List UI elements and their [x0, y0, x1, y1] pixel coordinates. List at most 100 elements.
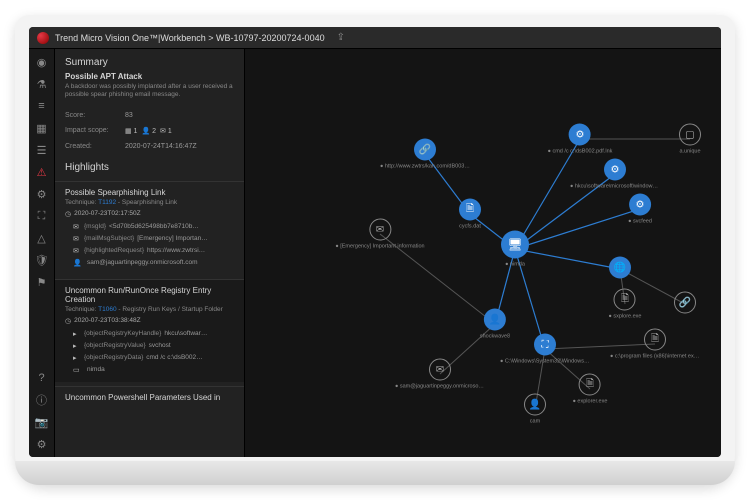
- highlight-detail: ▸{objectRegistryValue} svchost: [65, 340, 234, 352]
- highlight-detail: ✉{msgId} <5d70b5d625498bb7e8710b…: [65, 221, 234, 233]
- impact-badge: 👤 2: [141, 127, 156, 135]
- node-icon: 🗎: [614, 289, 636, 311]
- node-label: ● sxplore.exe: [609, 314, 642, 320]
- nav-icon-4[interactable]: ☰: [35, 143, 49, 157]
- graph-node-mail1[interactable]: ✉ ● [Emergency] Important information: [335, 219, 424, 250]
- attack-title: Possible APT Attack: [65, 72, 234, 81]
- highlight-item[interactable]: Uncommon Powershell Parameters Used in: [55, 386, 244, 410]
- product-name: Trend Micro Vision One™: [55, 33, 158, 43]
- node-icon: 🖥: [501, 231, 529, 259]
- node-icon: 👤: [484, 309, 506, 331]
- node-icon: ⚙: [629, 194, 651, 216]
- graph-node-explor[interactable]: 🗎 ● explorer.exe: [573, 374, 608, 405]
- nav-icon-6[interactable]: ⚙: [35, 187, 49, 201]
- nav-icon-7[interactable]: ⛶: [35, 209, 49, 223]
- node-icon: ✉: [369, 219, 391, 241]
- node-label: ● http://www.zwtrs/kah.com/dB003.zip: [380, 164, 470, 170]
- highlight-timestamp: 2020-07-23T02:17:50Z: [65, 210, 234, 218]
- node-label: ● nimda: [505, 262, 525, 268]
- node-label: ● sam@jaguartinpeggy.onmicrosoft.com: [395, 384, 485, 390]
- nav-icon-1[interactable]: ⚗: [35, 77, 49, 91]
- node-icon: 🔗: [414, 139, 436, 161]
- created-row: Created: 2020-07-24T14:16:47Z: [55, 139, 244, 154]
- highlight-detail: ▸{objectRegistryData} cmd /c c:\dsB002…: [65, 352, 234, 364]
- highlight-title: Uncommon Run/RunOnce Registry Entry Crea…: [65, 286, 234, 304]
- graph-node-cam[interactable]: 👤 cam: [524, 394, 546, 425]
- highlight-detail: ▸{objectRegistryKeyHandle} hkcu\softwar…: [65, 328, 234, 340]
- graph-node-grp[interactable]: ⛶ ● C:\Windows\System32\WindowsPowerShell…: [500, 334, 590, 365]
- nav-bottom-icon-1[interactable]: ⓘ: [35, 393, 49, 407]
- nav-icon-3[interactable]: ▦: [35, 121, 49, 135]
- app-window: Trend Micro Vision One™ | Workbench > WB…: [29, 27, 721, 457]
- nav-bottom-icon-3[interactable]: ⚙: [35, 437, 49, 451]
- graph-node-reg[interactable]: ⚙ ● hkcu\software\microsoft\windows\curre…: [570, 159, 660, 190]
- attack-description: A backdoor was possibly implanted after …: [65, 83, 234, 100]
- graph-node-sxplor[interactable]: 🗎 ● sxplore.exe: [609, 289, 642, 320]
- impact-row: Impact scope: ▦ 1👤 2✉ 1: [55, 123, 244, 139]
- graph-node-iexp[interactable]: 🗎 ● c:\program files (x86)\internet explo…: [610, 329, 700, 360]
- highlight-title: Possible Spearphishing Link: [65, 188, 234, 197]
- highlight-detail: ✉{mailMsgSubject} [Emergency] Importan…: [65, 233, 234, 245]
- nav-icon-5[interactable]: ⚠: [35, 165, 49, 179]
- created-value: 2020-07-24T14:16:47Z: [125, 143, 197, 150]
- highlight-detail: ▭ nimda: [65, 364, 234, 376]
- graph-node-cmd[interactable]: ⚙ ● cmd /c c:\dsB002.pdf.lnk: [548, 124, 613, 155]
- technique: Technique: T1192 - Spearphishing Link: [65, 199, 234, 206]
- details-sidebar: Summary Possible APT Attack A backdoor w…: [55, 49, 245, 457]
- graph-node-sam[interactable]: ✉ ● sam@jaguartinpeggy.onmicrosoft.com: [395, 359, 485, 390]
- nav-icon-2[interactable]: ≡: [35, 99, 49, 113]
- graph-node-center[interactable]: 🖥 ● nimda: [501, 231, 529, 268]
- summary-heading: Summary: [55, 49, 244, 72]
- node-label: cam: [530, 419, 540, 425]
- highlights-heading: Highlights: [55, 154, 244, 177]
- laptop-frame: Trend Micro Vision One™ | Workbench > WB…: [15, 15, 735, 485]
- node-icon: 🔗: [674, 292, 696, 314]
- node-icon: 👤: [524, 394, 546, 416]
- score-row: Score: 83: [55, 108, 244, 123]
- node-icon: 🗎: [459, 199, 481, 221]
- node-icon: ✉: [429, 359, 451, 381]
- node-icon: ⚙: [604, 159, 626, 181]
- highlight-item[interactable]: Uncommon Run/RunOnce Registry Entry Crea…: [55, 279, 244, 382]
- highlight-title: Uncommon Powershell Parameters Used in: [65, 393, 234, 402]
- impact-badge: ▦ 1: [125, 127, 137, 135]
- node-icon: ⚙: [569, 124, 591, 146]
- share-icon[interactable]: ⇪: [337, 32, 345, 43]
- node-label: ● svcfeed: [628, 219, 652, 225]
- score-value: 83: [125, 112, 133, 119]
- graph-node-link2[interactable]: 🔗: [674, 292, 696, 317]
- node-label: ● [Emergency] Important information: [335, 244, 424, 250]
- highlight-item[interactable]: Possible Spearphishing Link Technique: T1…: [55, 181, 244, 275]
- nav-icon-0[interactable]: ◉: [35, 55, 49, 69]
- graph-node-svcf[interactable]: ⚙ ● svcfeed: [628, 194, 652, 225]
- graph-node-globe[interactable]: 🌐: [609, 257, 631, 282]
- node-icon: ▢: [679, 124, 701, 146]
- node-label: ● c:\program files (x86)\internet explor…: [610, 354, 700, 360]
- impact-badge: ✉ 1: [160, 127, 172, 135]
- node-icon: ⛶: [534, 334, 556, 356]
- node-icon: 🗎: [579, 374, 601, 396]
- nav-icon-8[interactable]: △: [35, 231, 49, 245]
- node-label: ● cmd /c c:\dsB002.pdf.lnk: [548, 149, 613, 155]
- graph-node-square[interactable]: ▢ a.unique: [679, 124, 701, 155]
- nav-bottom-icon-2[interactable]: 📷: [35, 415, 49, 429]
- titlebar: Trend Micro Vision One™ | Workbench > WB…: [29, 27, 721, 49]
- graph-node-link1[interactable]: 🔗 ● http://www.zwtrs/kah.com/dB003.zip: [380, 139, 470, 170]
- left-iconbar: ◉ ⚗ ≡ ▦ ☰ ⚠ ⚙ ⛶ △ 🛡 ⚑? ⓘ 📷 ⚙: [29, 49, 55, 457]
- graph-node-cycfs[interactable]: 🗎cycfs.dat: [459, 199, 481, 230]
- nav-icon-9[interactable]: 🛡: [35, 253, 49, 267]
- nav-bottom-icon-0[interactable]: ?: [35, 371, 49, 385]
- node-label: a.unique: [679, 149, 700, 155]
- node-label: ● C:\Windows\System32\WindowsPowerShell\…: [500, 359, 590, 365]
- highlight-detail: 👤 sam@jaguartinpeggy.onmicrosoft.com: [65, 257, 234, 269]
- node-label: ● hkcu\software\microsoft\windows\curren…: [570, 184, 660, 190]
- highlight-timestamp: 2020-07-23T03:38:48Z: [65, 317, 234, 325]
- breadcrumb: Workbench > WB-10797-20200724-0040: [160, 33, 324, 43]
- graph-canvas[interactable]: 🖥● nimda🗎cycfs.dat👤shockwave8🔗● http://w…: [245, 49, 721, 457]
- node-label: ● explorer.exe: [573, 399, 608, 405]
- node-icon: 🗎: [644, 329, 666, 351]
- highlight-detail: ✉{highlightedRequest} https://www.zwtrsi…: [65, 245, 234, 257]
- nav-icon-10[interactable]: ⚑: [35, 275, 49, 289]
- node-icon: 🌐: [609, 257, 631, 279]
- vendor-logo: [37, 32, 49, 44]
